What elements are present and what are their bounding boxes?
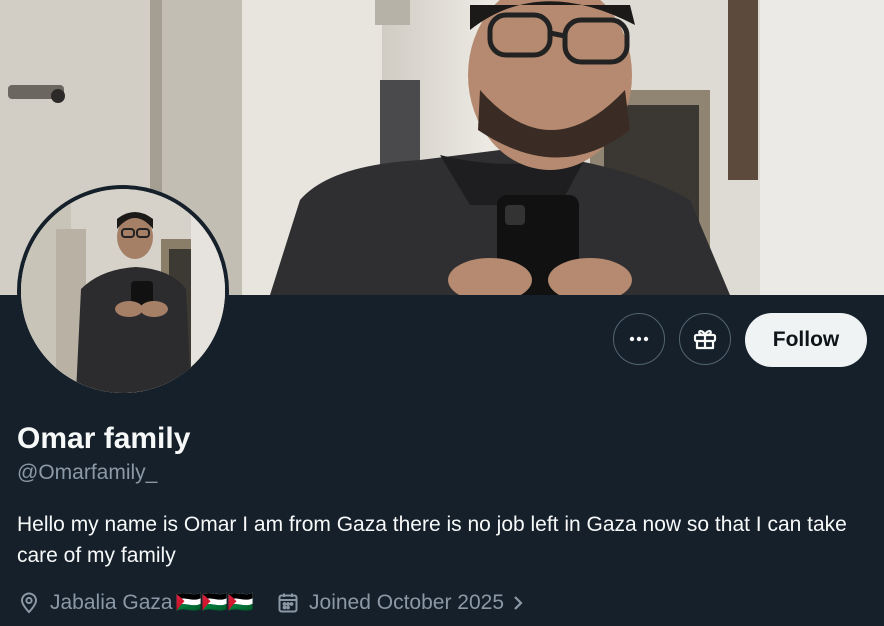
more-options-button[interactable]: [613, 313, 665, 365]
subscribe-gift-button[interactable]: [679, 313, 731, 365]
profile-bio: Hello my name is Omar I am from Gaza the…: [17, 513, 847, 567]
profile-handle: @Omarfamily_: [17, 461, 158, 484]
location-item: Jabalia Gaza 🇵🇸🇵🇸🇵🇸: [17, 591, 254, 615]
profile-avatar[interactable]: [17, 185, 229, 397]
profile-meta: Jabalia Gaza 🇵🇸🇵🇸🇵🇸 Joined October 2025: [17, 587, 526, 619]
more-horizontal-icon: [629, 336, 649, 342]
location-text: Jabalia Gaza: [50, 591, 173, 614]
follow-button[interactable]: Follow: [745, 313, 867, 367]
joined-date-item: Joined October 2025: [276, 591, 526, 615]
chevron-right-icon[interactable]: [510, 592, 526, 614]
location-pin-icon: [20, 592, 38, 614]
joined-date-text: Joined October 2025: [309, 591, 504, 614]
gift-icon: [693, 329, 717, 350]
palestine-flag-icons: 🇵🇸🇵🇸🇵🇸: [175, 591, 255, 614]
profile-display-name: Omar family: [17, 422, 191, 455]
calendar-icon: [278, 593, 298, 613]
